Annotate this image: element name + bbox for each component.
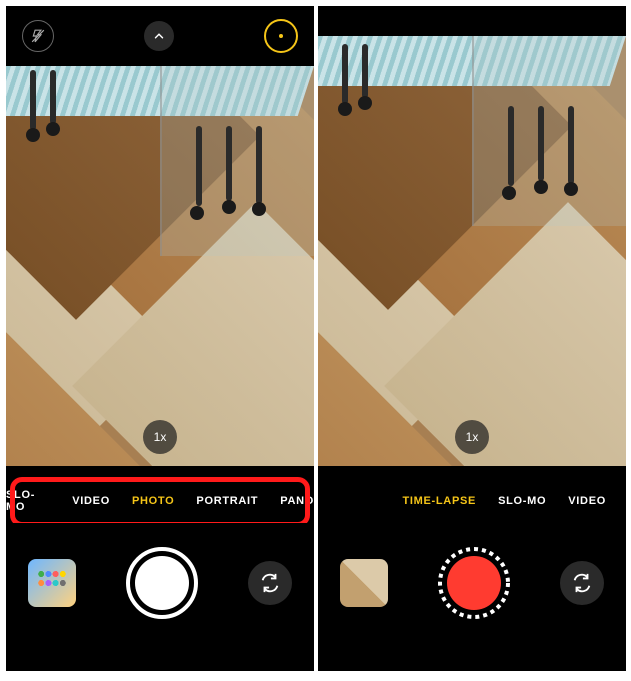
live-photo-toggle[interactable] bbox=[264, 19, 298, 53]
mode-video[interactable]: VIDEO bbox=[72, 495, 110, 507]
camera-controls bbox=[6, 523, 314, 671]
camera-topbar bbox=[318, 6, 626, 36]
flip-camera-button[interactable] bbox=[560, 561, 604, 605]
mode-photo[interactable]: PHOTO bbox=[132, 495, 174, 507]
mode-pano[interactable]: PANO bbox=[280, 495, 314, 507]
last-photo-thumbnail[interactable] bbox=[28, 559, 76, 607]
shutter-record-icon bbox=[438, 547, 510, 619]
mode-video[interactable]: VIDEO bbox=[568, 495, 606, 507]
camera-viewfinder: 1x bbox=[318, 36, 626, 466]
zoom-toggle[interactable]: 1x bbox=[143, 420, 177, 454]
shutter-photo-icon bbox=[126, 547, 198, 619]
mode-slomo[interactable]: SLO-MO bbox=[6, 489, 50, 513]
flash-toggle[interactable] bbox=[22, 20, 54, 52]
chevron-up-icon bbox=[152, 29, 166, 43]
zoom-toggle[interactable]: 1x bbox=[455, 420, 489, 454]
camera-mode-selector[interactable]: SLO-MO VIDEO PHOTO PORTRAIT PANO bbox=[6, 479, 314, 523]
camera-mode-selector[interactable]: TIME-LAPSE SLO-MO VIDEO bbox=[318, 479, 626, 523]
flip-camera-icon bbox=[571, 572, 593, 594]
flash-off-icon bbox=[31, 29, 45, 43]
flip-camera-icon bbox=[259, 572, 281, 594]
flip-camera-button[interactable] bbox=[248, 561, 292, 605]
last-photo-thumbnail[interactable] bbox=[340, 559, 388, 607]
shutter-button[interactable] bbox=[438, 547, 510, 619]
phone-left-screenshot: 1x SLO-MO VIDEO PHOTO PORTRAIT PANO bbox=[6, 6, 314, 671]
mode-portrait[interactable]: PORTRAIT bbox=[196, 495, 258, 507]
camera-controls bbox=[318, 523, 626, 671]
camera-viewfinder: 1x bbox=[6, 66, 314, 466]
camera-topbar bbox=[6, 6, 314, 66]
viewfinder-scene bbox=[318, 36, 626, 466]
shutter-button[interactable] bbox=[126, 547, 198, 619]
mode-timelapse[interactable]: TIME-LAPSE bbox=[402, 495, 476, 507]
viewfinder-scene bbox=[6, 66, 314, 466]
camera-options-toggle[interactable] bbox=[144, 21, 174, 51]
mode-slomo[interactable]: SLO-MO bbox=[498, 495, 546, 507]
phone-right-screenshot: 1x TIME-LAPSE SLO-MO VIDEO bbox=[318, 6, 626, 671]
